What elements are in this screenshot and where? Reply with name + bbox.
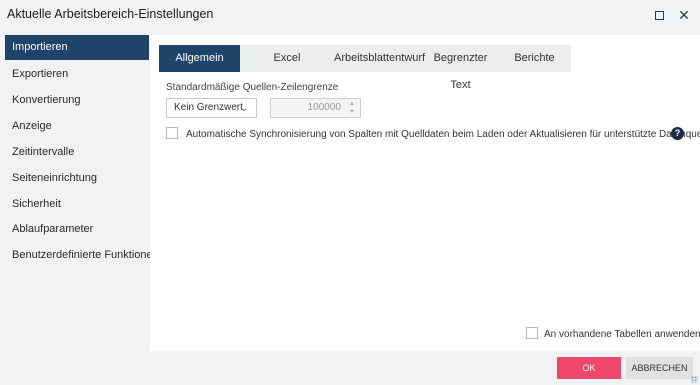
- number-stepper[interactable]: ▲ ▼: [347, 100, 357, 116]
- apply-existing-tables-checkbox[interactable]: [526, 327, 538, 339]
- sync-columns-label: Automatische Synchronisierung von Spalte…: [186, 129, 700, 140]
- tab-berichte[interactable]: Berichte: [498, 45, 571, 72]
- settings-panel: Allgemein Excel Arbeitsblattentwurf Begr…: [150, 35, 700, 351]
- tab-allgemein[interactable]: Allgemein: [159, 45, 240, 72]
- row-limit-number-value: 100000: [307, 102, 341, 113]
- stepper-down-icon[interactable]: ▼: [347, 108, 357, 116]
- sidebar-item-seiteneinrichtung[interactable]: Seiteneinrichtung: [5, 166, 149, 191]
- apply-existing-tables-label: An vorhandene Tabellen anwenden: [544, 329, 700, 340]
- ok-button[interactable]: OK: [557, 357, 621, 379]
- cancel-button[interactable]: ABBRECHEN: [626, 357, 693, 379]
- tab-arbeitsblattentwurf[interactable]: Arbeitsblattentwurf: [334, 45, 425, 72]
- row-limit-select-value: Kein Grenzwert: [174, 102, 243, 113]
- sidebar-item-konvertierung[interactable]: Konvertierung: [5, 88, 149, 113]
- row-limit-select[interactable]: Kein Grenzwert ⌄: [166, 98, 257, 118]
- tab-begrenzter-text[interactable]: Begrenzter Text: [423, 45, 498, 91]
- stepper-up-icon[interactable]: ▲: [347, 100, 357, 108]
- help-icon[interactable]: ?: [671, 127, 684, 140]
- sidebar-item-anzeige[interactable]: Anzeige: [5, 114, 149, 139]
- window-title: Aktuelle Arbeitsbereich-Einstellungen: [7, 7, 214, 21]
- tab-bar: Allgemein Excel Arbeitsblattentwurf Begr…: [159, 45, 571, 91]
- settings-sidebar: Importieren Exportieren Konvertierung An…: [0, 35, 159, 350]
- dialog-footer: OK ABBRECHEN: [0, 351, 700, 385]
- tab-excel[interactable]: Excel: [240, 45, 334, 72]
- sidebar-item-zeitintervalle[interactable]: Zeitintervalle: [5, 140, 149, 165]
- chevron-down-icon: ⌄: [240, 103, 248, 113]
- resize-grip-icon[interactable]: [691, 376, 698, 383]
- sidebar-item-exportieren[interactable]: Exportieren: [5, 62, 149, 87]
- sync-columns-checkbox[interactable]: [166, 127, 178, 139]
- sidebar-item-benutzerdefinierte-funktionen[interactable]: Benutzerdefinierte Funktionen: [5, 243, 159, 268]
- sidebar-item-ablaufparameter[interactable]: Ablaufparameter: [5, 217, 149, 242]
- row-limit-number-input[interactable]: 100000 ▲ ▼: [270, 98, 361, 118]
- title-bar: Aktuelle Arbeitsbereich-Einstellungen ✕: [0, 0, 700, 30]
- sidebar-item-importieren[interactable]: Importieren: [5, 35, 149, 60]
- close-icon[interactable]: ✕: [675, 6, 693, 24]
- row-limit-label: Standardmäßige Quellen-Zeilengrenze: [166, 82, 339, 93]
- sidebar-item-sicherheit[interactable]: Sicherheit: [5, 192, 149, 217]
- maximize-icon[interactable]: [650, 6, 668, 24]
